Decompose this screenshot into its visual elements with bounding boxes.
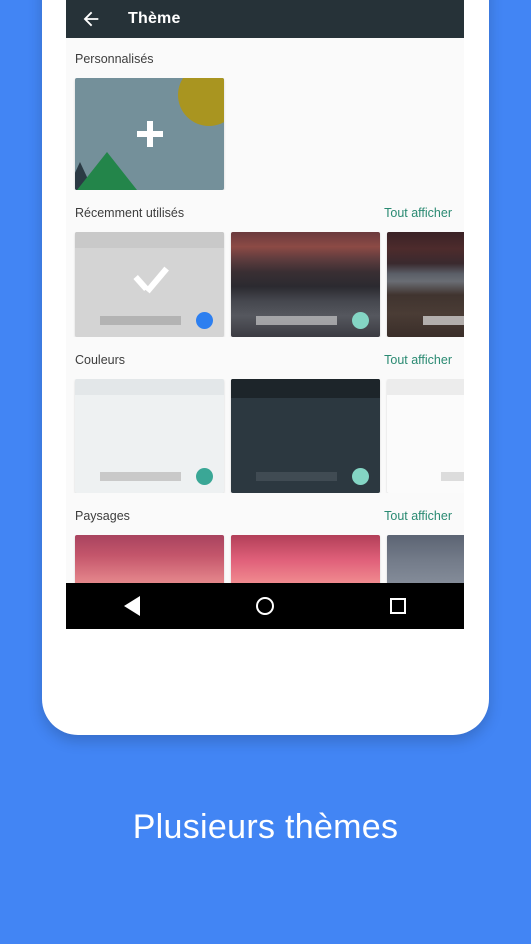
thumb-topbar: [75, 379, 224, 395]
thumb-topbar: [387, 379, 464, 395]
plus-icon: [133, 117, 167, 151]
thumb-pill: [100, 472, 181, 481]
thumb-topbar: [75, 232, 224, 248]
recent-theme-beach-card[interactable]: [387, 232, 464, 337]
mountain-large-shape-icon: [77, 152, 137, 190]
recents-square-icon[interactable]: [378, 583, 418, 629]
phone-mockup-frame: Thème Personnalisés Récemment utilisés T…: [42, 0, 489, 735]
section-header-couleurs: Couleurs Tout afficher: [66, 353, 464, 373]
section-header-recents: Récemment utilisés Tout afficher: [66, 206, 464, 226]
theme-list: Personnalisés Récemment utilisés Tout af…: [66, 38, 464, 629]
color-theme-white-card[interactable]: [387, 379, 464, 493]
color-theme-light-card[interactable]: [75, 379, 224, 493]
see-all-link-paysages[interactable]: Tout afficher: [384, 509, 455, 523]
section-title: Personnalisés: [75, 52, 154, 66]
recent-theme-selected-card[interactable]: [75, 232, 224, 337]
recent-theme-dusk-forest-card[interactable]: [231, 232, 380, 337]
color-theme-dark-card[interactable]: [231, 379, 380, 493]
section-title: Couleurs: [75, 353, 126, 367]
section-title: Paysages: [75, 509, 130, 523]
accent-dot: [352, 468, 369, 485]
section-title: Récemment utilisés: [75, 206, 185, 220]
arrow-left-icon[interactable]: [80, 8, 102, 30]
home-circle-icon[interactable]: [245, 583, 285, 629]
thumb-pill: [256, 472, 337, 481]
section-header-paysages: Paysages Tout afficher: [66, 509, 464, 529]
app-bar: Thème: [66, 0, 464, 38]
accent-dot: [352, 312, 369, 329]
thumb-pill: [422, 316, 464, 325]
phone-screen: Thème Personnalisés Récemment utilisés T…: [66, 0, 464, 629]
see-all-link-recents[interactable]: Tout afficher: [384, 206, 455, 220]
accent-dot: [196, 312, 213, 329]
sun-shape-icon: [178, 78, 224, 126]
thumb-pill: [256, 316, 337, 325]
thumb-topbar: [231, 379, 380, 398]
android-navigation-bar: [66, 583, 464, 629]
thumb-pill: [100, 316, 181, 325]
accent-dot: [196, 468, 213, 485]
check-icon: [131, 265, 169, 295]
add-custom-theme-card[interactable]: [75, 78, 224, 190]
section-header-personnalises: Personnalisés: [66, 52, 464, 72]
section-row-recents: [66, 232, 464, 337]
back-triangle-icon[interactable]: [112, 583, 152, 629]
section-row-personnalises: [66, 78, 464, 190]
page-title: Thème: [128, 10, 181, 27]
section-row-couleurs: [66, 379, 464, 493]
promo-caption: Plusieurs thèmes: [132, 808, 399, 846]
thumb-pill: [440, 472, 464, 481]
see-all-link-couleurs[interactable]: Tout afficher: [384, 353, 455, 367]
